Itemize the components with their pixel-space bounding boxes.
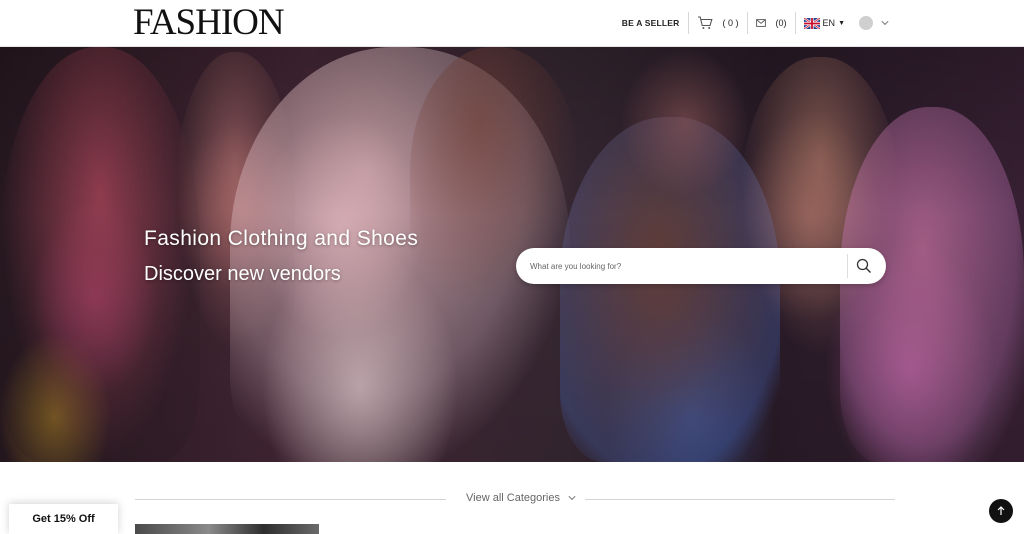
site-header: FASHION BE A SELLER ( 0 ) (0) EN ▼ (0, 0, 1024, 47)
nav-divider (794, 12, 796, 34)
search-divider (847, 254, 848, 278)
view-all-categories-link[interactable]: View all Categories (466, 492, 576, 504)
search-button[interactable] (853, 255, 875, 277)
be-a-seller-link[interactable]: BE A SELLER (622, 18, 680, 28)
search-input[interactable] (530, 257, 850, 275)
hero-subtitle: Discover new vendors (144, 263, 341, 285)
messages-button[interactable]: (0) (755, 18, 787, 28)
cart-icon (697, 16, 713, 29)
back-to-top-button[interactable] (989, 499, 1013, 523)
search-bar (516, 248, 886, 284)
language-label: EN (822, 18, 836, 28)
uk-flag-icon (803, 17, 820, 29)
language-selector[interactable]: EN ▼ (803, 17, 845, 29)
chevron-down-icon (568, 495, 576, 501)
avatar (859, 16, 873, 30)
promo-label: Get 15% Off (32, 513, 95, 525)
divider-line (585, 499, 895, 500)
divider-line (135, 499, 446, 500)
chevron-down-icon (881, 18, 889, 28)
hero-title: Fashion Clothing and Shoes (144, 227, 419, 250)
account-menu[interactable] (859, 16, 889, 30)
mail-icon (755, 19, 766, 27)
nav-divider (687, 12, 689, 34)
discount-promo-button[interactable]: Get 15% Off (9, 504, 118, 534)
category-thumbnail[interactable] (135, 524, 319, 534)
cart-count: ( 0 ) (722, 18, 739, 28)
search-icon (856, 258, 871, 273)
arrow-up-icon (997, 506, 1005, 515)
hero-banner: Fashion Clothing and Shoes Discover new … (0, 47, 1024, 462)
messages-count: (0) (775, 18, 787, 28)
nav-divider (746, 12, 748, 34)
top-nav: BE A SELLER ( 0 ) (0) EN ▼ (622, 10, 889, 36)
view-all-categories-label: View all Categories (466, 492, 560, 504)
site-logo[interactable]: FASHION (133, 4, 285, 42)
cart-button[interactable]: ( 0 ) (697, 16, 739, 30)
caret-down-icon: ▼ (838, 19, 845, 27)
